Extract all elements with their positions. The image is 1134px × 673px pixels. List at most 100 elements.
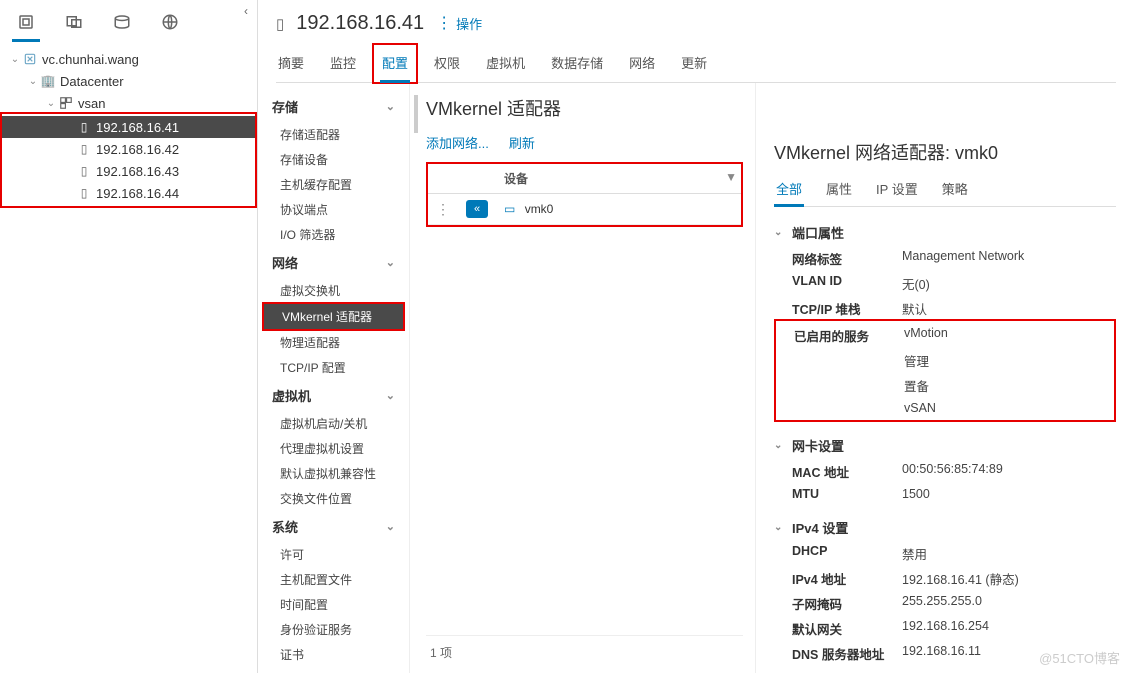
host-icon: ▯ <box>76 186 92 200</box>
collapse-row-button[interactable]: « <box>466 200 488 218</box>
config-item[interactable]: 身份验证服务 <box>258 617 409 642</box>
table-row[interactable]: ⋮ « ▭ vmk0 <box>428 194 741 225</box>
kv-value: 1500 <box>902 487 1116 501</box>
tree-label: 192.168.16.44 <box>96 186 179 201</box>
row-count-footer: 1 项 <box>426 635 743 665</box>
config-item-vmkernel-adapters[interactable]: VMkernel 适配器 <box>264 304 403 329</box>
config-item[interactable]: 时间配置 <box>258 592 409 617</box>
detail-title: VMkernel 网络适配器: vmk0 <box>774 139 1116 165</box>
section-header[interactable]: ⌄ IPv4 设置 <box>774 514 1116 541</box>
tree-host[interactable]: ▯ 192.168.16.42 <box>2 138 255 160</box>
col-toggle <box>458 164 496 194</box>
vmkernel-detail-pane: VMkernel 网络适配器: vmk0 全部 属性 IP 设置 策略 ⌄ 端口… <box>756 83 1134 673</box>
kv-value: 默认 <box>902 299 1116 318</box>
twisty-icon[interactable]: ⌄ <box>44 98 58 109</box>
config-item[interactable]: 电源管理 <box>258 667 409 673</box>
col-menu <box>428 164 458 194</box>
tab-updates[interactable]: 更新 <box>679 47 709 82</box>
config-item[interactable]: 虚拟交换机 <box>258 278 409 303</box>
kv-value: 管理 <box>904 351 1114 370</box>
kv-value: 置备 <box>904 376 1114 395</box>
chevron-down-icon: ⌄ <box>774 440 786 451</box>
vms-templates-view-icon[interactable] <box>64 12 84 32</box>
tree-vcenter-root[interactable]: ⌄ vc.chunhai.wang <box>0 48 257 70</box>
kv-key: MAC 地址 <box>792 462 902 481</box>
twisty-icon[interactable]: ⌄ <box>8 54 22 65</box>
config-section-system[interactable]: 系统⌄ <box>258 511 409 542</box>
tab-networks[interactable]: 网络 <box>627 47 657 82</box>
tab-configure[interactable]: 配置 <box>380 47 410 82</box>
tree-label: 192.168.16.41 <box>96 120 179 135</box>
collapse-left-panel-icon[interactable]: ‹ <box>239 4 253 18</box>
config-item[interactable]: 默认虚拟机兼容性 <box>258 461 409 486</box>
config-item[interactable]: I/O 筛选器 <box>258 222 409 247</box>
host-icon: ▯ <box>76 120 92 134</box>
tree-host[interactable]: ▯ 192.168.16.43 <box>2 160 255 182</box>
hosts-clusters-view-icon[interactable] <box>16 12 36 32</box>
add-networking-button[interactable]: 添加网络... <box>426 133 489 152</box>
storage-view-icon[interactable] <box>112 12 132 32</box>
detail-tab-properties[interactable]: 属性 <box>824 175 854 206</box>
tree-cluster[interactable]: ⌄ vsan <box>0 92 257 114</box>
config-item[interactable]: 主机配置文件 <box>258 567 409 592</box>
section-header[interactable]: ⌄ 网卡设置 <box>774 432 1116 459</box>
actions-menu-button[interactable]: ⋮ 操作 <box>436 14 482 33</box>
vmkernel-adapters-highlight: VMkernel 适配器 <box>262 302 405 331</box>
kv-value: 00:50:56:85:74:89 <box>902 462 1116 481</box>
tab-permissions[interactable]: 权限 <box>432 47 462 82</box>
configure-side-nav: 存储⌄ 存储适配器 存储设备 主机缓存配置 协议端点 I/O 筛选器 网络⌄ 虚… <box>258 83 410 673</box>
config-item[interactable]: 代理虚拟机设置 <box>258 436 409 461</box>
config-item[interactable]: 存储适配器 <box>258 122 409 147</box>
chevron-down-icon: ⌄ <box>386 520 395 533</box>
host-icon: ▯ <box>76 142 92 156</box>
config-item[interactable]: 交换文件位置 <box>258 486 409 511</box>
config-section-network[interactable]: 网络⌄ <box>258 247 409 278</box>
config-section-storage[interactable]: 存储⌄ <box>258 91 409 122</box>
center-title: VMkernel 适配器 <box>426 95 743 121</box>
config-item[interactable]: 许可 <box>258 542 409 567</box>
tree-host[interactable]: ▯ 192.168.16.44 <box>2 182 255 204</box>
chevron-down-icon: ⌄ <box>774 227 786 238</box>
config-item[interactable]: 证书 <box>258 642 409 667</box>
config-item[interactable]: 协议端点 <box>258 197 409 222</box>
datacenter-icon: 🏢 <box>40 74 56 88</box>
section-header[interactable]: ⌄ 端口属性 <box>774 219 1116 246</box>
kv-key: 子网掩码 <box>792 594 902 613</box>
kv-key: TCP/IP 堆栈 <box>792 299 902 318</box>
config-section-vm[interactable]: 虚拟机⌄ <box>258 380 409 411</box>
kv-value: 255.255.255.0 <box>902 594 1116 613</box>
vcenter-icon <box>22 52 38 66</box>
tab-vms[interactable]: 虚拟机 <box>484 47 527 82</box>
kv-value: Management Network <box>902 249 1116 268</box>
detail-tab-ip-settings[interactable]: IP 设置 <box>874 175 920 206</box>
detail-tab-all[interactable]: 全部 <box>774 175 804 206</box>
vertical-dots-icon: ⋮ <box>436 16 452 32</box>
twisty-icon[interactable]: ⌄ <box>26 76 40 87</box>
config-item[interactable]: 主机缓存配置 <box>258 172 409 197</box>
config-item[interactable]: 虚拟机启动/关机 <box>258 411 409 436</box>
tree-datacenter[interactable]: ⌄ 🏢 Datacenter <box>0 70 257 92</box>
tab-monitor[interactable]: 监控 <box>328 47 358 82</box>
kv-key: DNS 服务器地址 <box>792 644 902 663</box>
row-actions-icon[interactable]: ⋮ <box>436 201 450 218</box>
main-header: ▯ 192.168.16.41 ⋮ 操作 摘要 监控 配置 权限 虚拟机 数据存… <box>258 0 1134 83</box>
detail-tab-policies[interactable]: 策略 <box>940 175 970 206</box>
refresh-button[interactable]: 刷新 <box>509 133 535 152</box>
tab-datastores[interactable]: 数据存储 <box>549 47 605 82</box>
networking-view-icon[interactable] <box>160 12 180 32</box>
detail-tabs: 全部 属性 IP 设置 策略 <box>774 175 1116 207</box>
tab-summary[interactable]: 摘要 <box>276 47 306 82</box>
device-table: 设备 ▼ ⋮ « ▭ vmk0 <box>428 164 741 225</box>
kv-value: vMotion <box>904 326 1114 345</box>
watermark-text: @51CTO博客 <box>1039 648 1120 667</box>
config-item[interactable]: 存储设备 <box>258 147 409 172</box>
nic-icon: ▭ <box>504 202 515 216</box>
chevron-down-icon: ⌄ <box>386 100 395 113</box>
config-item[interactable]: TCP/IP 配置 <box>258 355 409 380</box>
tree-host[interactable]: ▯ 192.168.16.41 <box>2 116 255 138</box>
kv-key: IPv4 地址 <box>792 569 902 588</box>
chevron-down-icon: ⌄ <box>774 522 786 533</box>
config-item[interactable]: 物理适配器 <box>258 330 409 355</box>
col-device[interactable]: 设备 ▼ <box>496 164 741 194</box>
filter-icon[interactable]: ▼ <box>725 170 737 184</box>
